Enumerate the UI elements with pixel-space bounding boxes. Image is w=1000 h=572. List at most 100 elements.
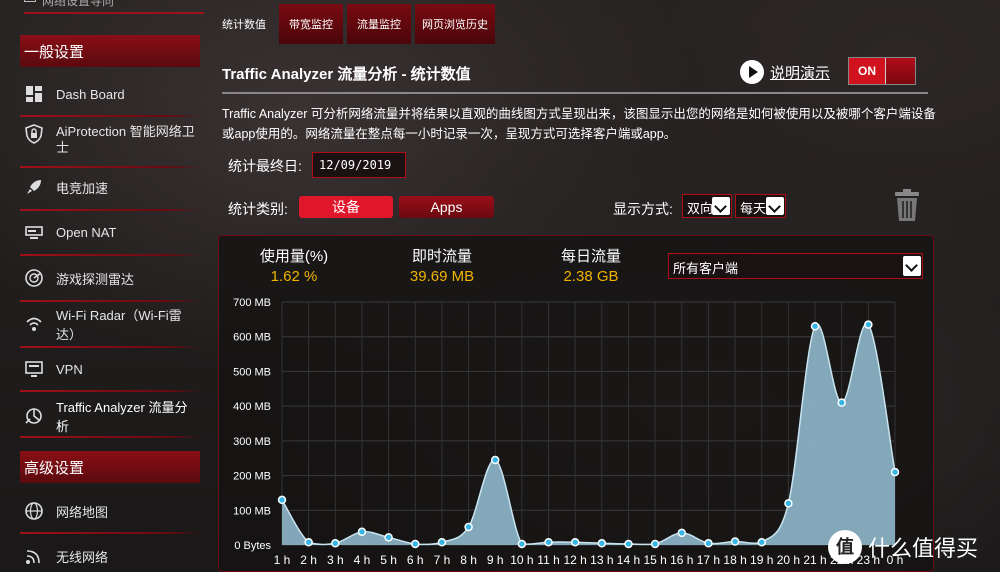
period-select[interactable]: 每天 bbox=[735, 194, 786, 218]
globe-icon bbox=[24, 501, 44, 521]
usage-value: 1.62 % bbox=[270, 268, 318, 285]
x-tick-label: 5 h bbox=[380, 553, 397, 567]
tab-bar: 统计数值 带宽监控 流量监控 网页浏览历史 bbox=[213, 4, 499, 44]
trash-icon[interactable] bbox=[892, 188, 922, 222]
x-tick-label: 1 h bbox=[274, 553, 291, 567]
data-point bbox=[730, 537, 740, 546]
y-tick-label: 300 MB bbox=[233, 436, 271, 448]
y-tick-label: 100 MB bbox=[233, 505, 271, 517]
setup-wizard-icon bbox=[24, 0, 36, 2]
x-tick-label: 11 h bbox=[537, 553, 559, 567]
data-point bbox=[890, 467, 900, 477]
traffic-analyzer-icon bbox=[24, 406, 44, 426]
sidebar-item-label: 电竞加速 bbox=[56, 180, 109, 196]
y-tick-label: 700 MB bbox=[233, 297, 271, 309]
analyzer-toggle[interactable]: ON bbox=[848, 57, 916, 85]
data-point bbox=[784, 499, 793, 508]
nav-divider bbox=[20, 346, 202, 348]
data-point bbox=[704, 539, 713, 548]
category-apps-button[interactable]: Apps bbox=[399, 196, 494, 218]
rocket-icon bbox=[24, 177, 44, 197]
x-tick-label: 17 h bbox=[697, 553, 720, 567]
sidebar-item-vpn[interactable]: VPN bbox=[24, 349, 200, 389]
vpn-icon bbox=[24, 359, 44, 379]
realtime-value: 39.69 MB bbox=[409, 268, 475, 285]
data-point bbox=[331, 539, 340, 548]
series-area bbox=[282, 323, 895, 545]
data-point bbox=[437, 537, 447, 547]
end-date-input[interactable]: 12/09/2019 bbox=[312, 152, 406, 178]
x-tick-label: 2 h bbox=[300, 553, 317, 567]
data-point bbox=[864, 320, 873, 329]
x-tick-label: 8 h bbox=[460, 553, 477, 567]
tab-web-history[interactable]: 网页浏览历史 bbox=[415, 4, 495, 44]
client-select[interactable]: 所有客户端 bbox=[668, 253, 923, 279]
sidebar-item-aiprotection[interactable]: AiProtection 智能网络卫士 bbox=[24, 120, 200, 164]
sidebar-item-traffic-analyzer[interactable]: Traffic Analyzer 流量分析 bbox=[24, 396, 200, 436]
watermark: 值 什么值得买 bbox=[828, 530, 978, 564]
x-tick-label: 21 h bbox=[803, 553, 826, 567]
demo-label: 说明演示 bbox=[770, 64, 831, 82]
data-point bbox=[677, 528, 687, 538]
x-tick-label: 15 h bbox=[643, 553, 666, 567]
wifi-radar-icon bbox=[24, 314, 44, 334]
x-tick-label: 10 h bbox=[510, 553, 533, 567]
sidebar-item-game-boost[interactable]: 电竞加速 bbox=[24, 167, 200, 207]
demo-link[interactable]: 说明演示 bbox=[740, 60, 830, 84]
nav-divider bbox=[20, 532, 202, 534]
nav-divider bbox=[20, 115, 202, 117]
data-point bbox=[357, 527, 367, 537]
nav-divider bbox=[20, 436, 202, 438]
sidebar-item-open-nat[interactable]: Open NAT bbox=[24, 212, 200, 252]
wireless-icon bbox=[24, 546, 44, 566]
usage-stat: 使用量(%) 1.62 % bbox=[234, 245, 354, 285]
end-date-label: 统计最终日: bbox=[228, 158, 302, 174]
sidebar-item-label: Traffic Analyzer 流量分析 bbox=[56, 400, 188, 434]
x-tick-label: 13 h bbox=[590, 553, 613, 567]
section-general: 一般设置 bbox=[20, 35, 200, 67]
data-point bbox=[837, 398, 846, 407]
watermark-logo: 值 bbox=[828, 530, 862, 564]
tab-traffic-monitor[interactable]: 流量监控 bbox=[347, 4, 411, 44]
category-label: 统计类别: bbox=[228, 201, 288, 217]
sidebar-item-label: AiProtection 智能网络卫士 bbox=[56, 124, 195, 155]
sidebar-item-wireless[interactable]: 无线网络 bbox=[24, 536, 200, 572]
usage-label: 使用量(%) bbox=[259, 248, 329, 265]
period-value: 每天 bbox=[740, 201, 767, 216]
tab-bandwidth-monitor[interactable]: 带宽监控 bbox=[279, 4, 343, 44]
tab-statistics[interactable]: 统计数值 bbox=[213, 4, 275, 44]
y-tick-label: 500 MB bbox=[233, 366, 271, 378]
x-tick-label: 20 h bbox=[777, 553, 800, 567]
chevron-down-icon bbox=[712, 197, 730, 215]
data-point bbox=[544, 537, 553, 547]
display-mode-label: 显示方式: bbox=[613, 201, 673, 217]
x-tick-label: 6 h bbox=[407, 553, 424, 567]
data-point bbox=[411, 539, 420, 549]
direction-select[interactable]: 双向 bbox=[682, 194, 732, 218]
sidebar-item-label: Wi-Fi Radar（Wi-Fi雷达） bbox=[56, 308, 182, 342]
data-point bbox=[517, 539, 527, 549]
data-point bbox=[757, 537, 766, 547]
category-device-button[interactable]: 设备 bbox=[299, 196, 393, 218]
chevron-down-icon bbox=[903, 256, 921, 276]
x-tick-label: 9 h bbox=[487, 553, 504, 567]
sidebar-item-game-radar[interactable]: 游戏探测雷达 bbox=[24, 258, 200, 298]
x-tick-label: 4 h bbox=[354, 553, 371, 567]
sidebar-top-item[interactable]: 网络设置导向 bbox=[24, 0, 204, 14]
traffic-chart: 0 Bytes 100 MB 200 MB 300 MB 400 MB 500 MB 600… bbox=[233, 297, 903, 567]
x-tick-label: 19 h bbox=[750, 553, 773, 567]
data-point bbox=[277, 495, 287, 505]
sidebar-item-network-map[interactable]: 网络地图 bbox=[24, 491, 200, 531]
description-text: Traffic Analyzer 可分析网络流量并将结果以直观的曲线图方式呈现出… bbox=[222, 107, 936, 141]
sidebar-item-wifi-radar[interactable]: Wi-Fi Radar（Wi-Fi雷达） bbox=[24, 304, 200, 344]
sidebar-item-label: 游戏探测雷达 bbox=[56, 271, 135, 287]
chevron-down-icon bbox=[766, 197, 784, 215]
title-divider bbox=[222, 92, 928, 94]
sidebar-item-dashboard[interactable]: Dash Board bbox=[24, 74, 200, 114]
nav-divider bbox=[20, 209, 202, 211]
daily-value: 2.38 GB bbox=[563, 268, 619, 285]
x-tick-label: 18 h bbox=[723, 553, 746, 567]
toggle-label: ON bbox=[858, 64, 876, 78]
data-point bbox=[464, 522, 473, 532]
data-point bbox=[624, 539, 633, 549]
